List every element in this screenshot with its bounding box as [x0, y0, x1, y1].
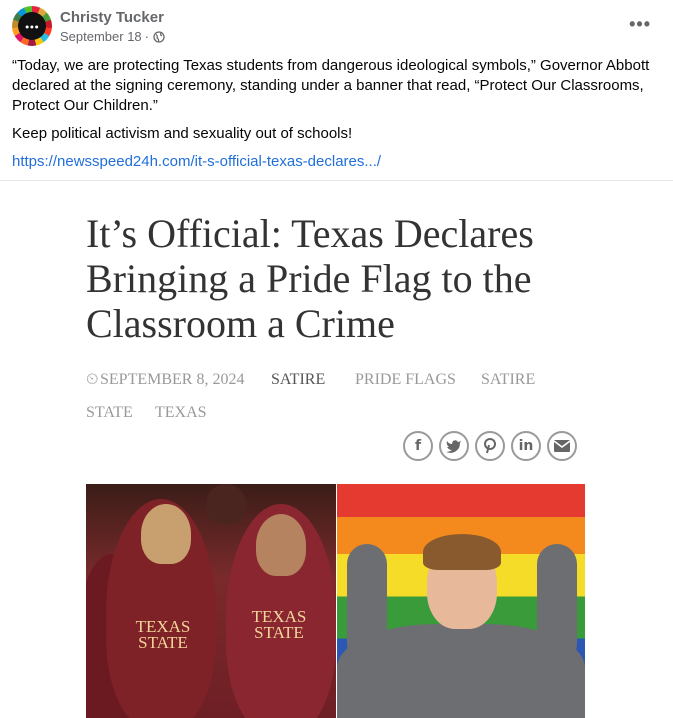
post-date[interactable]: September 18 — [60, 29, 142, 44]
clock-icon: ⏲ — [86, 371, 99, 388]
linkedin-icon[interactable]: in — [511, 431, 541, 461]
article-link[interactable]: https://newsspeed24h.com/it-s-official-t… — [12, 153, 381, 170]
pinterest-icon[interactable] — [475, 431, 505, 461]
post-paragraph-2: Keep political activism and sexuality ou… — [12, 125, 353, 142]
shirt-text-2: TEXAS STATE — [251, 607, 307, 642]
article-headline: It’s Official: Texas Declares Bringing a… — [86, 211, 534, 346]
tag-satire-2[interactable]: SATIRE — [481, 371, 535, 389]
tag-satire[interactable]: SATIRE — [271, 371, 325, 389]
post-meta: September 18 · — [60, 29, 165, 44]
photo-students: TEXAS STATE TEXAS STATE — [86, 484, 336, 718]
tag-state[interactable]: STATE — [86, 404, 133, 422]
post-header: ● ● ● Christy Tucker September 18 · ••• — [0, 0, 673, 52]
facebook-icon[interactable]: f — [403, 431, 433, 461]
globe-icon — [153, 30, 165, 43]
post-paragraph-1: “Today, we are protecting Texas students… — [12, 57, 650, 114]
article-date: SEPTEMBER 8, 2024 — [100, 371, 245, 388]
meta-separator: · — [144, 29, 150, 44]
article-preview[interactable]: It’s Official: Texas Declares Bringing a… — [0, 181, 673, 718]
tag-pride-flags[interactable]: PRIDE FLAGS — [355, 371, 456, 389]
email-icon[interactable] — [547, 431, 577, 461]
more-options-button[interactable]: ••• — [629, 14, 651, 35]
shirt-text-1: TEXAS STATE — [135, 617, 191, 652]
tag-texas[interactable]: TEXAS — [155, 404, 207, 422]
post-body: “Today, we are protecting Texas students… — [12, 56, 662, 172]
share-buttons: f in — [403, 431, 577, 461]
twitter-icon[interactable] — [439, 431, 469, 461]
photo-pride-flag — [337, 484, 585, 718]
author-avatar[interactable]: ● ● ● — [12, 6, 52, 46]
avatar-logo: ● ● ● — [18, 12, 46, 40]
author-name[interactable]: Christy Tucker — [60, 9, 164, 26]
